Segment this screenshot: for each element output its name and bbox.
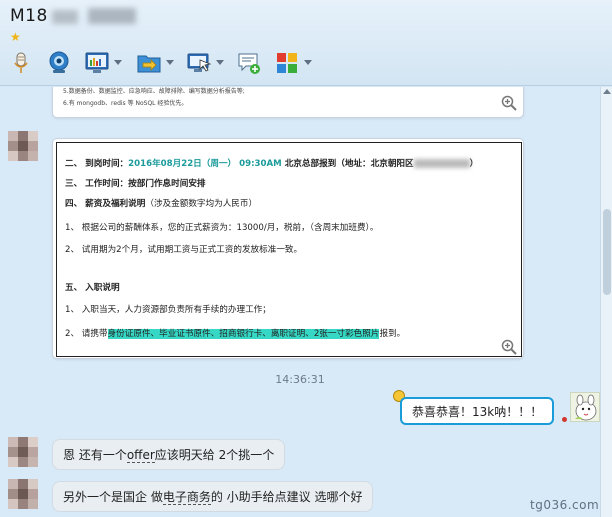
- message-timestamp: 14:36:31: [275, 373, 325, 386]
- doc-line-arrival: 二、 到岗时间：2016年08月22日（周一） 09:30AM 北京总部报到（地…: [65, 159, 479, 169]
- webcam-icon[interactable]: [46, 50, 72, 76]
- microphone-icon[interactable]: [8, 50, 34, 76]
- message-add-icon[interactable]: [236, 50, 262, 76]
- chevron-down-icon[interactable]: [166, 60, 174, 65]
- chat-scrollbar[interactable]: [600, 87, 612, 517]
- redacted-name-part: [88, 8, 136, 24]
- offer-letter-content: 二、 到岗时间：2016年08月22日（周一） 09:30AM 北京总部报到（地…: [56, 142, 522, 357]
- screen-share-icon[interactable]: [84, 50, 110, 76]
- doc-line-onboarding-hr: 1、 入职当天，人力资源部负责所有手续的办理工作；: [65, 305, 271, 315]
- folder-transfer-icon[interactable]: [136, 50, 162, 76]
- doc-line-salary: 1、 根据公司的薪酬体系，您的正式薪资为：13000/月，税前，（含周末加班费）…: [65, 223, 379, 233]
- remote-desktop-icon[interactable]: [186, 50, 212, 76]
- watermark-text: tg036.com: [530, 498, 600, 512]
- my-avatar[interactable]: [570, 392, 600, 422]
- contact-name: M18: [10, 6, 48, 26]
- chevron-down-icon[interactable]: [216, 60, 224, 65]
- chevron-down-icon[interactable]: [114, 60, 122, 65]
- doc-line-probation: 2、 试用期为2个月，试用期工资与正式工资的发放标准一致。: [65, 245, 303, 255]
- shared-image-partial[interactable]: 5.数据备份、数据监控、应急响应、故障排除、编写数据分析报告等; 6.有 mon…: [52, 87, 524, 118]
- redacted-name-part: [52, 10, 78, 24]
- scroll-up-arrow-icon[interactable]: [603, 89, 611, 94]
- doc-text: 5.数据备份、数据监控、应急响应、故障排除、编写数据分析报告等;: [63, 88, 245, 95]
- doc-text: 6.有 mongodb、redis 等 NoSQL 经验优先。: [63, 100, 188, 107]
- doc-line-salary-title: 四、 薪资及福利说明（涉及金额数字均为人民币）: [65, 199, 258, 209]
- unread-dot: [562, 417, 567, 422]
- star-icon[interactable]: ★: [10, 30, 21, 44]
- chat-window-header: M18 ★: [0, 0, 612, 86]
- received-message-bubble[interactable]: 另外一个是国企 做电子商务的 小助手给点建议 选哪个好: [52, 481, 374, 512]
- doc-line-documents: 2、 请携带身份证原件、毕业证书原件、招商银行卡、离职证明、2张一寸彩色照片报到…: [65, 329, 406, 339]
- apps-grid-icon[interactable]: [274, 50, 300, 76]
- doc-line-work-hours: 三、 工作时间：按部门作息时间安排: [65, 179, 206, 189]
- zoom-in-icon[interactable]: [501, 339, 517, 355]
- avatar[interactable]: [8, 437, 38, 469]
- received-message-bubble[interactable]: 恩 还有一个offer应该明天给 2个挑一个: [52, 439, 286, 470]
- sent-message-bubble[interactable]: 恭喜恭喜！13k呐！！！: [400, 397, 555, 425]
- zoom-in-icon[interactable]: [501, 95, 517, 111]
- scrollbar-thumb[interactable]: [603, 209, 611, 295]
- avatar[interactable]: [8, 131, 38, 163]
- chat-history[interactable]: 5.数据备份、数据监控、应急响应、故障排除、编写数据分析报告等; 6.有 mon…: [0, 87, 600, 517]
- avatar[interactable]: [8, 479, 38, 511]
- chevron-down-icon[interactable]: [304, 60, 312, 65]
- shared-image-offer-letter[interactable]: 二、 到岗时间：2016年08月22日（周一） 09:30AM 北京总部报到（地…: [52, 138, 524, 359]
- doc-line-onboarding-title: 五、 入职说明: [65, 283, 120, 293]
